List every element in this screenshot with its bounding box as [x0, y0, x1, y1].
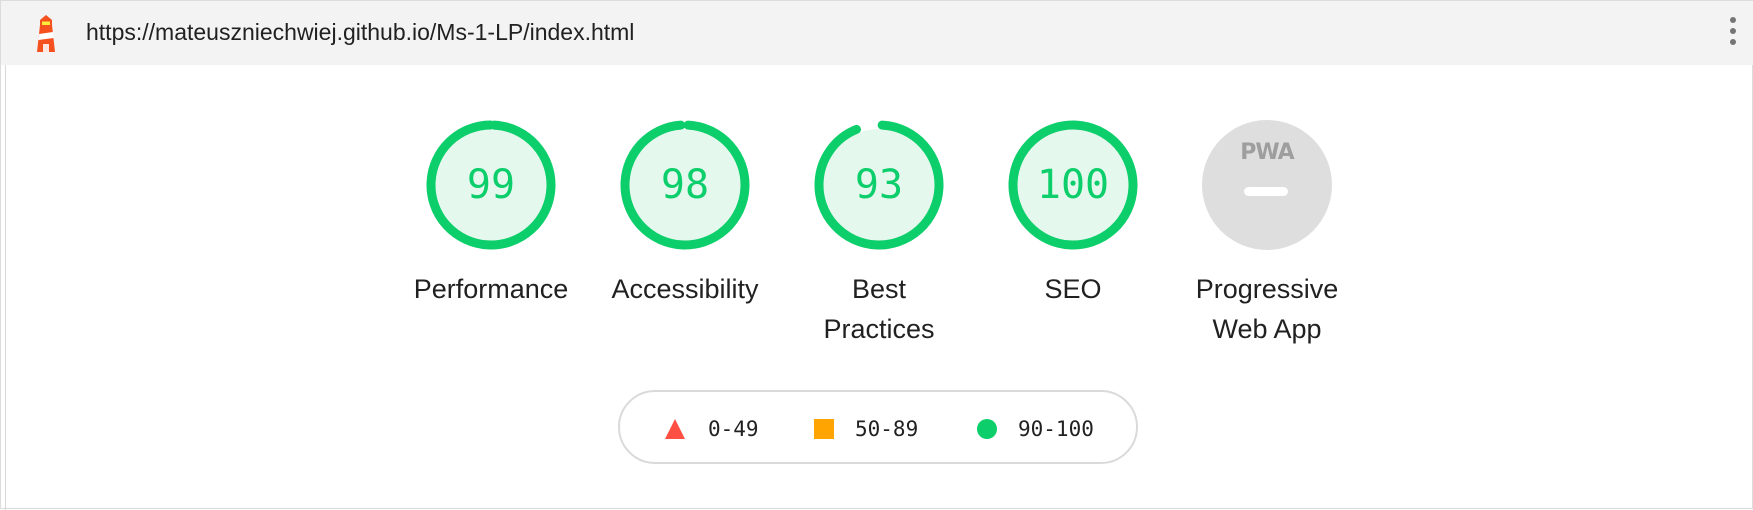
pwa-label: Progressive Web App: [1172, 269, 1362, 349]
seo-label: SEO: [1044, 274, 1102, 304]
best-practices-label-line2: Practices: [823, 314, 935, 344]
legend-pass-range: 90-100: [1018, 417, 1094, 441]
performance-score: 99: [466, 162, 516, 208]
square-icon: [814, 419, 834, 439]
best-practices-label: Best Practices: [784, 269, 974, 349]
report-url: https://mateuszniechwiej.github.io/Ms-1-…: [86, 19, 635, 45]
report-frame: https://mateuszniechwiej.github.io/Ms-1-…: [0, 0, 1753, 510]
pwa-badge-text: PWA: [1240, 140, 1294, 165]
accessibility-label: Accessibility: [611, 274, 759, 304]
pwa-badge[interactable]: PWA: [1202, 120, 1332, 250]
seo-score: 100: [1036, 162, 1110, 208]
pwa-label-line1: Progressive: [1195, 274, 1339, 304]
score-scale-legend: 0-49 50-89 90-100: [618, 390, 1138, 464]
pwa-label-line2: Web App: [1212, 314, 1322, 344]
accessibility-gauge[interactable]: 98: [619, 119, 751, 251]
best-practices-score: 93: [854, 162, 904, 208]
more-vert-icon[interactable]: [1727, 17, 1739, 53]
triangle-icon: [665, 419, 685, 439]
performance-gauge[interactable]: 99: [425, 119, 557, 251]
legend-fail-range: 0-49: [708, 417, 759, 441]
lighthouse-icon: [37, 15, 55, 52]
seo-gauge[interactable]: 100: [1007, 119, 1139, 251]
performance-label: Performance: [413, 274, 569, 304]
report-topbar: https://mateuszniechwiej.github.io/Ms-1-…: [1, 1, 1753, 65]
circle-icon: [977, 419, 997, 439]
pwa-dash-icon: [1244, 187, 1288, 196]
best-practices-label-line1: Best: [851, 274, 907, 304]
legend-average-range: 50-89: [855, 417, 919, 441]
left-border: [5, 65, 6, 510]
accessibility-score: 98: [660, 162, 710, 208]
best-practices-gauge[interactable]: 93: [813, 119, 945, 251]
